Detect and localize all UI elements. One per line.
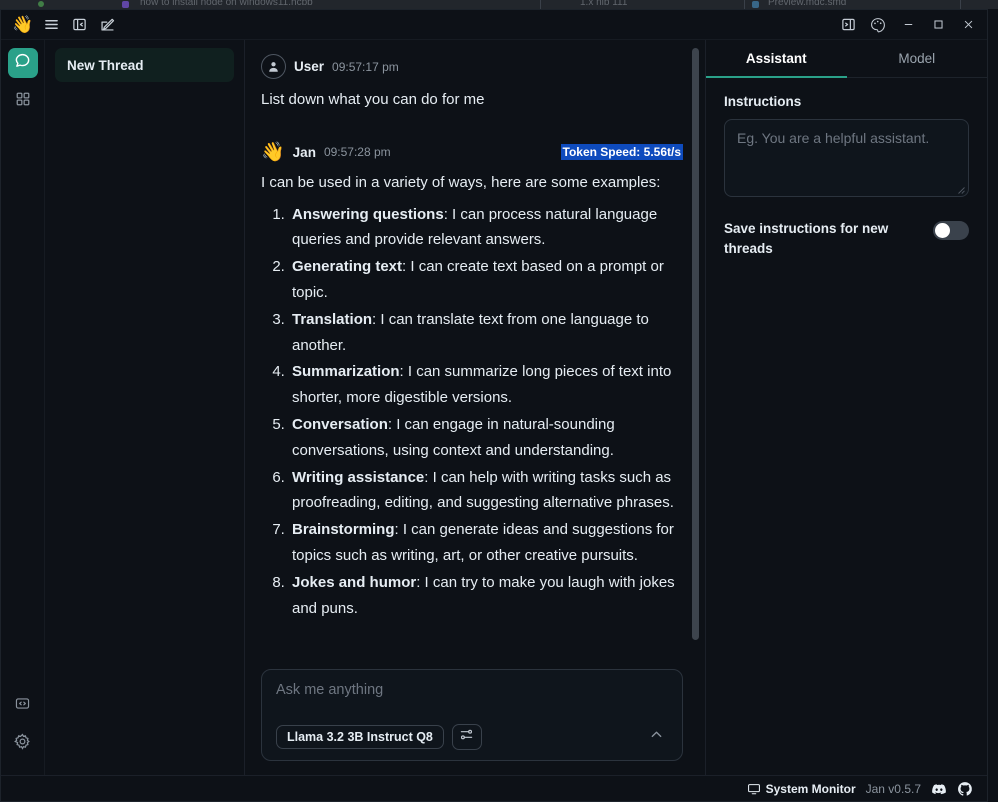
monitor-screen-icon	[747, 782, 761, 796]
capability-term: Answering questions	[292, 205, 444, 223]
thread-list: New Thread	[45, 40, 245, 775]
left-rail	[1, 40, 45, 775]
capability-term: Generating text	[292, 258, 403, 276]
system-monitor-label: System Monitor	[765, 781, 856, 796]
capability-term: Conversation	[292, 415, 388, 433]
rail-item-settings[interactable]	[8, 729, 38, 759]
toggle-left-panel-icon[interactable]	[65, 13, 93, 37]
background-tab-label: Preview.mdc.smd	[768, 0, 847, 8]
toggle-right-panel-icon[interactable]	[833, 12, 863, 38]
model-settings-button[interactable]	[451, 724, 482, 750]
wave-hand-logo: 👋	[12, 15, 34, 34]
app-version: Jan v0.5.7	[865, 781, 921, 796]
resize-grip-icon[interactable]	[956, 185, 965, 194]
capability-item: Writing assistance: I can help with writ…	[289, 465, 683, 517]
github-icon[interactable]	[957, 781, 973, 797]
capability-term: Jokes and humor	[292, 573, 417, 591]
user-avatar	[261, 54, 286, 79]
chat-bubble-icon	[14, 52, 31, 74]
capability-item: Brainstorming: I can generate ideas and …	[289, 517, 683, 569]
capability-term: Brainstorming	[292, 521, 395, 539]
assistant-intro: I can be used in a variety of ways, here…	[261, 173, 661, 191]
background-window-tabstrip: how to install node on windows11.hcbb 1.…	[0, 0, 998, 9]
capabilities-list: Answering questions: I can process natur…	[261, 202, 683, 622]
chat-panel: User 09:57:17 pm List down what you can …	[245, 40, 705, 775]
right-panel: Assistant Model Instructions Eg. You are…	[705, 40, 987, 775]
capability-item: Generating text: I can create text based…	[289, 254, 683, 306]
chevron-up-icon[interactable]	[649, 727, 668, 747]
palette-theme-icon[interactable]	[863, 12, 893, 38]
save-instructions-row: Save instructions for new threads	[724, 219, 969, 260]
right-panel-content: Instructions Eg. You are a helpful assis…	[706, 78, 987, 276]
toggle-knob	[935, 223, 950, 238]
chat-input[interactable]: Ask me anything	[276, 682, 668, 704]
minimize-icon[interactable]	[893, 12, 923, 38]
instructions-label: Instructions	[724, 94, 802, 109]
hamburger-menu-icon[interactable]	[37, 13, 65, 37]
save-instructions-label: Save instructions for new threads	[724, 221, 889, 257]
instructions-placeholder: Eg. You are a helpful assistant.	[737, 130, 930, 146]
capability-term: Writing assistance	[292, 468, 425, 486]
composer[interactable]: Ask me anything Llama 3.2 3B Instruct Q8	[261, 669, 683, 761]
tab-assistant-label: Assistant	[745, 51, 807, 66]
jan-avatar: 👋	[261, 141, 285, 163]
maximize-icon[interactable]	[923, 12, 953, 38]
capability-item: Jokes and humor: I can try to make you l…	[289, 570, 683, 622]
status-bar: System Monitor Jan v0.5.7	[1, 775, 987, 801]
message-text-assistant: I can be used in a variety of ways, here…	[261, 170, 683, 622]
rail-item-chat[interactable]	[7, 48, 38, 78]
grid-hub-icon	[15, 91, 31, 112]
capability-term: Translation	[292, 310, 373, 328]
message-header-assistant: 👋 Jan 09:57:28 pm Token Speed: 5.56t/s	[261, 143, 683, 162]
message-header-user: User 09:57:17 pm	[261, 54, 683, 79]
message-timestamp: 09:57:17 pm	[332, 59, 399, 74]
rail-item-hub[interactable]	[8, 86, 38, 116]
capability-item: Conversation: I can engage in natural-so…	[289, 412, 683, 464]
message-timestamp: 09:57:28 pm	[323, 145, 391, 160]
background-tab-label: how to install node on windows11.hcbb	[140, 0, 313, 8]
rail-item-code[interactable]	[8, 691, 38, 721]
composer-wrapper: Ask me anything Llama 3.2 3B Instruct Q8	[245, 661, 705, 775]
background-tab-label: 1.x nib 111	[580, 0, 628, 8]
close-icon[interactable]	[953, 12, 983, 38]
save-instructions-toggle[interactable]	[933, 221, 969, 240]
thread-title: New Thread	[67, 57, 144, 73]
capability-item: Summarization: I can summarize long piec…	[289, 359, 683, 411]
model-selector-button[interactable]: Llama 3.2 3B Instruct Q8	[276, 725, 444, 749]
code-brackets-icon	[14, 695, 31, 717]
message-sender: User	[294, 59, 325, 74]
app-body: New Thread User 09:57:17 pm List down wh…	[1, 40, 987, 775]
jan-app-window: 👋 New Thread User 09:57:17 pm List down …	[0, 9, 988, 802]
tab-model-label: Model	[898, 51, 936, 66]
message-sender: Jan	[292, 144, 316, 160]
sliders-settings-icon	[459, 727, 474, 747]
tab-model[interactable]: Model	[847, 40, 988, 77]
thread-list-item[interactable]: New Thread	[55, 48, 234, 82]
chat-scrollbar-thumb[interactable]	[692, 48, 699, 640]
compose-new-thread-icon[interactable]	[93, 13, 121, 37]
instructions-textarea[interactable]: Eg. You are a helpful assistant.	[724, 119, 969, 197]
capability-item: Translation: I can translate text from o…	[289, 307, 683, 359]
composer-toolbar: Llama 3.2 3B Instruct Q8	[276, 724, 668, 750]
capability-item: Answering questions: I can process natur…	[289, 202, 683, 254]
gear-settings-icon	[14, 733, 31, 755]
discord-icon[interactable]	[931, 781, 947, 797]
tab-assistant[interactable]: Assistant	[706, 40, 847, 78]
system-monitor-button[interactable]: System Monitor	[747, 782, 856, 796]
titlebar: 👋	[1, 10, 987, 40]
message-text-user: List down what you can do for me	[261, 91, 485, 108]
capability-term: Summarization	[292, 363, 400, 381]
right-panel-tabs: Assistant Model	[706, 40, 987, 78]
token-speed-badge: Token Speed: 5.56t/s	[560, 144, 683, 161]
chat-scroll-area[interactable]: User 09:57:17 pm List down what you can …	[245, 40, 705, 661]
